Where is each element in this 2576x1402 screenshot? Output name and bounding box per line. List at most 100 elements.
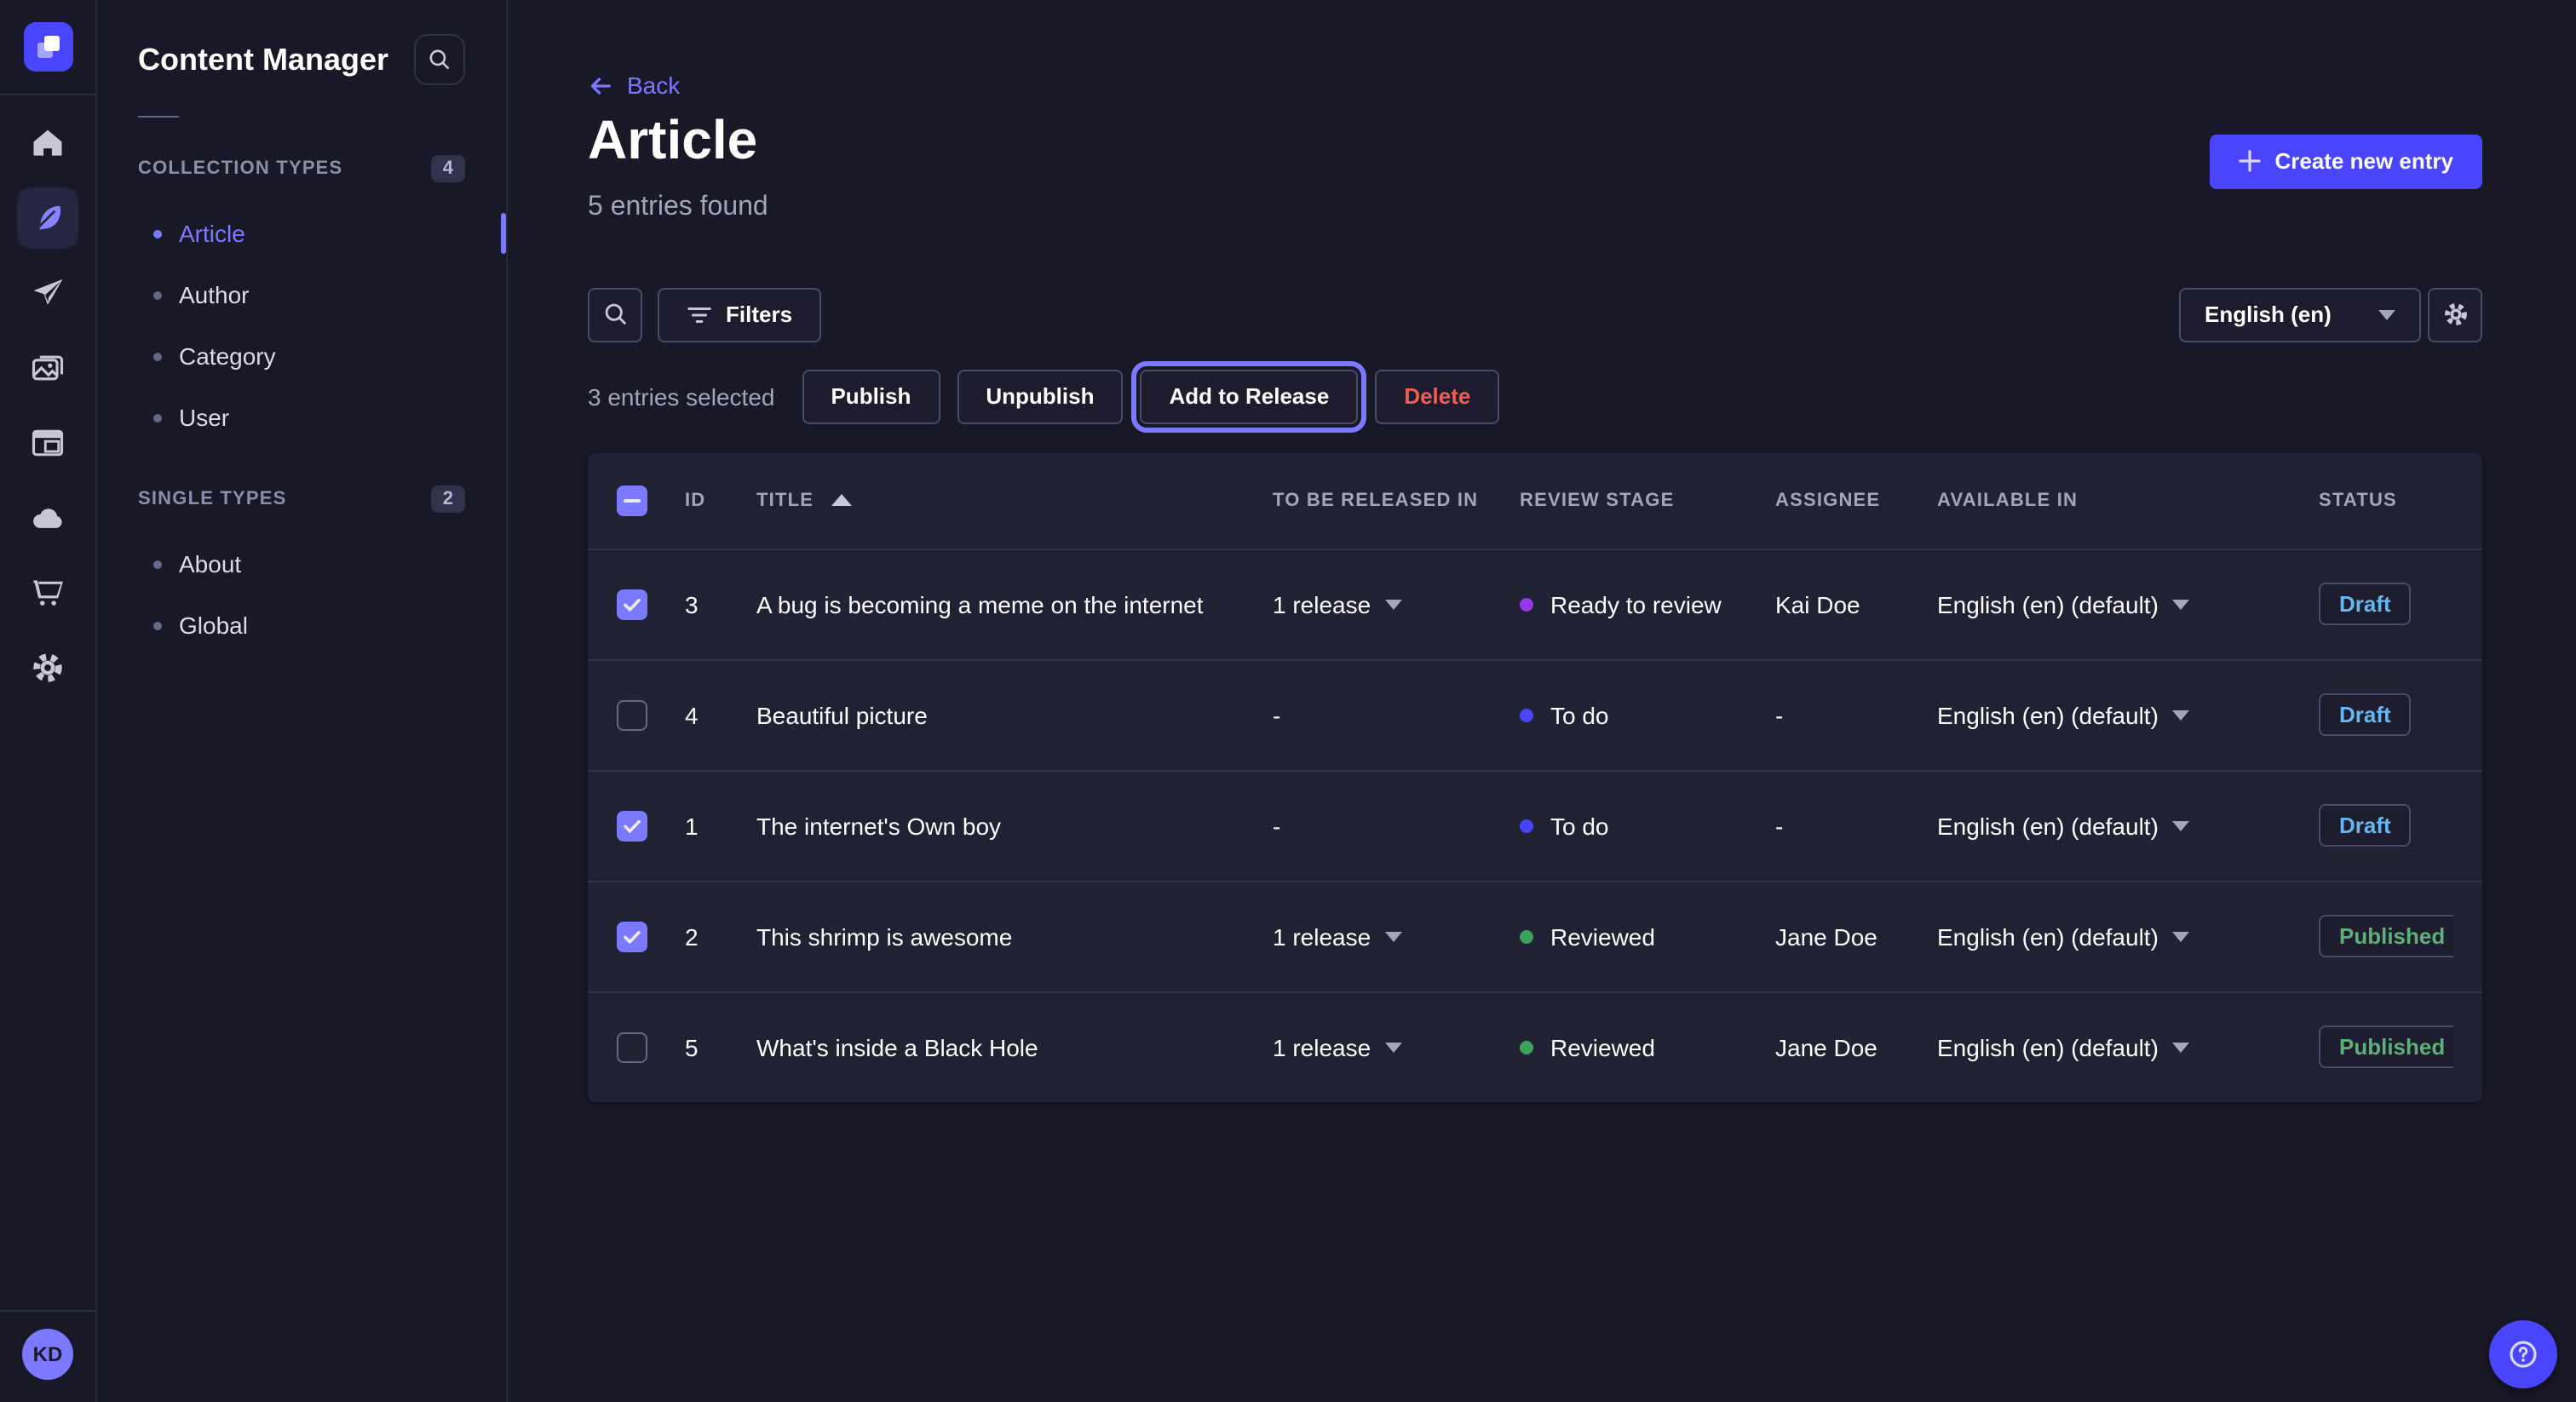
subnav-search-button[interactable] [414, 34, 465, 85]
view-settings-button[interactable] [2428, 287, 2482, 342]
subnav-item-article[interactable]: Article [97, 203, 506, 264]
cell-id: 3 [685, 590, 756, 618]
rail-divider [0, 1310, 95, 1312]
chevron-down-icon [1384, 1042, 1401, 1052]
plus-icon [2239, 150, 2261, 172]
cell-title: Beautiful picture [756, 701, 1273, 728]
table-row[interactable]: 1 The internet's Own boy - To do - Engli… [588, 769, 2482, 880]
cell-title: A bug is becoming a meme on the internet [756, 590, 1273, 618]
cell-available-in[interactable]: English (en) (default) [1937, 701, 2319, 728]
cell-available-in[interactable]: English (en) (default) [1937, 922, 2319, 950]
cell-released-in[interactable]: 1 release [1273, 590, 1520, 618]
arrow-left-icon [588, 72, 613, 98]
media-library-images-icon[interactable] [0, 330, 96, 405]
table-row[interactable]: 3 A bug is becoming a meme on the intern… [588, 548, 2482, 658]
unpublish-button[interactable]: Unpublish [957, 369, 1123, 423]
bullet-icon [153, 413, 162, 422]
cell-id: 5 [685, 1033, 756, 1060]
subnav-divider [138, 116, 179, 118]
column-header-review-stage: REVIEW STAGE [1520, 490, 1775, 510]
content-manager-feather-icon[interactable] [0, 181, 96, 256]
subnav-section: SINGLE TYPES 2 About Global [97, 472, 506, 666]
question-mark-icon [2506, 1337, 2540, 1371]
deploy-cloud-icon[interactable] [0, 480, 96, 555]
cell-title: What's inside a Black Hole [756, 1033, 1273, 1060]
active-nav-tile [17, 187, 78, 249]
table-body: 3 A bug is becoming a meme on the intern… [588, 548, 2482, 1101]
publish-button[interactable]: Publish [802, 369, 940, 423]
section-count-badge: 2 [431, 486, 465, 513]
bullet-icon [153, 229, 162, 238]
cell-released-in[interactable]: - [1273, 701, 1520, 728]
check-icon [622, 926, 642, 946]
column-header-assignee: ASSIGNEE [1775, 490, 1937, 510]
create-new-entry-button[interactable]: Create new entry [2210, 134, 2482, 188]
filter-icon [687, 304, 712, 325]
locale-select[interactable]: English (en) [2179, 287, 2421, 342]
stage-dot-icon [1520, 708, 1533, 721]
app-window: KD Content Manager COLLECTION TYPES 4 Ar… [0, 0, 2576, 1402]
cell-available-in[interactable]: English (en) (default) [1937, 1033, 2319, 1060]
row-checkbox[interactable] [617, 921, 647, 951]
subnav-item-author[interactable]: Author [97, 264, 506, 325]
subnav-item-global[interactable]: Global [97, 595, 506, 656]
column-header-id[interactable]: ID [685, 490, 756, 510]
cell-review-stage: Reviewed [1520, 1033, 1775, 1060]
delete-button[interactable]: Delete [1375, 369, 1499, 423]
table-header-row: ID TITLE TO BE RELEASED IN REVIEW STAGE … [588, 452, 2482, 548]
bulk-actions-bar: 3 entries selected Publish Unpublish Add… [588, 369, 2482, 423]
subnav-sections: COLLECTION TYPES 4 Article Author Catego… [97, 141, 506, 666]
status-badge: Draft [2319, 583, 2412, 625]
cell-assignee: Jane Doe [1775, 1033, 1937, 1060]
cell-review-stage: Reviewed [1520, 922, 1775, 950]
table-row[interactable]: 2 This shrimp is awesome 1 release Revie… [588, 880, 2482, 991]
row-checkbox[interactable] [617, 699, 647, 730]
table-row[interactable]: 4 Beautiful picture - To do - English (e… [588, 658, 2482, 769]
marketplace-cart-icon[interactable] [0, 555, 96, 630]
subnav-item-about[interactable]: About [97, 533, 506, 595]
cell-review-stage: Ready to review [1520, 590, 1775, 618]
user-avatar[interactable]: KD [22, 1329, 73, 1380]
entries-count: 5 entries found [588, 192, 2482, 222]
search-button[interactable] [588, 287, 642, 342]
sort-ascending-icon [831, 494, 851, 506]
chevron-down-icon [2172, 820, 2189, 830]
back-link[interactable]: Back [588, 72, 680, 99]
cell-available-in[interactable]: English (en) (default) [1937, 590, 2319, 618]
cell-assignee: - [1775, 701, 1937, 728]
add-to-release-button[interactable]: Add to Release [1140, 369, 1358, 423]
column-header-title[interactable]: TITLE [756, 490, 1273, 510]
content-type-builder-layout-icon[interactable] [0, 405, 96, 480]
subnav-section: COLLECTION TYPES 4 Article Author Catego… [97, 141, 506, 458]
row-checkbox[interactable] [617, 589, 647, 619]
subnav-title: Content Manager [138, 42, 388, 78]
strapi-logo[interactable] [0, 0, 95, 94]
check-icon [622, 594, 642, 614]
filters-button[interactable]: Filters [658, 287, 821, 342]
cell-assignee: Jane Doe [1775, 922, 1937, 950]
row-checkbox[interactable] [617, 810, 647, 841]
releases-paper-plane-icon[interactable] [0, 256, 96, 330]
column-header-status: STATUS [2319, 490, 2453, 510]
cell-assignee: Kai Doe [1775, 590, 1937, 618]
cell-released-in[interactable]: - [1273, 812, 1520, 839]
help-button[interactable] [2489, 1320, 2557, 1388]
cell-released-in[interactable]: 1 release [1273, 922, 1520, 950]
cell-review-stage: To do [1520, 812, 1775, 839]
column-header-available-in: AVAILABLE IN [1937, 490, 2319, 510]
status-badge: Draft [2319, 693, 2412, 736]
chevron-down-icon [1384, 599, 1401, 609]
row-checkbox[interactable] [617, 1031, 647, 1062]
subnav-item-user[interactable]: User [97, 387, 506, 448]
status-badge: Published [2319, 915, 2453, 957]
cell-released-in[interactable]: 1 release [1273, 1033, 1520, 1060]
stage-dot-icon [1520, 1040, 1533, 1054]
settings-gear-icon[interactable] [0, 630, 96, 705]
cell-available-in[interactable]: English (en) (default) [1937, 812, 2319, 839]
select-all-checkbox[interactable] [617, 485, 647, 515]
table-row[interactable]: 5 What's inside a Black Hole 1 release R… [588, 991, 2482, 1101]
content-manager-subnav: Content Manager COLLECTION TYPES 4 Artic… [97, 0, 508, 1402]
subnav-item-category[interactable]: Category [97, 325, 506, 387]
home-icon[interactable] [0, 106, 96, 181]
cell-title: The internet's Own boy [756, 812, 1273, 839]
